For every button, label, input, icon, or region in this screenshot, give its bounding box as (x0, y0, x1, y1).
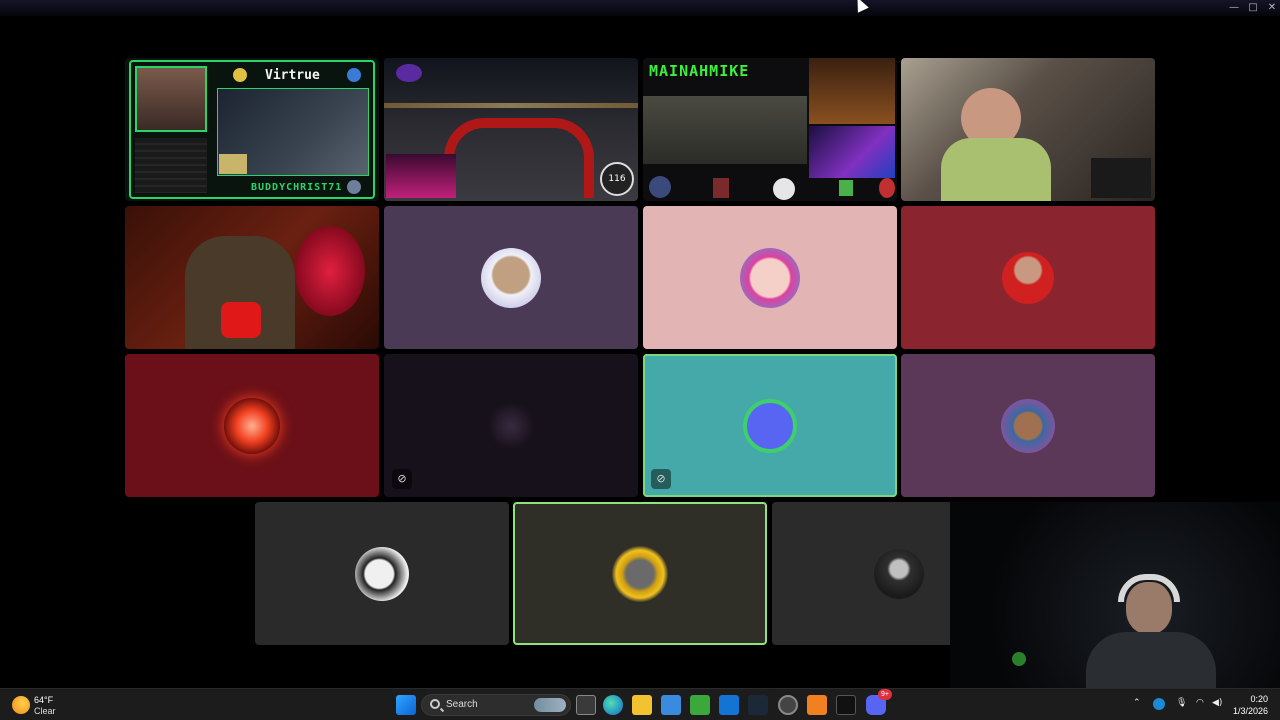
streamer-handle: BUDDYCHRIST71 (251, 182, 343, 193)
chat-panel (135, 138, 207, 193)
taskbar-clock[interactable]: 0:20 1/3/2026 (1233, 693, 1268, 717)
user-tile-bw-face[interactable] (255, 502, 509, 645)
file-explorer-icon[interactable] (632, 695, 652, 715)
emblem-icon (347, 180, 361, 194)
stream-tile-driving[interactable]: 116 (384, 58, 638, 201)
weather-condition: Clear (34, 706, 56, 716)
red-object (221, 302, 261, 338)
vlc-icon[interactable] (807, 695, 827, 715)
task-view-icon[interactable] (576, 695, 596, 715)
user-avatar (874, 548, 924, 599)
weather-temperature: 64°F (34, 695, 54, 705)
headset (1118, 574, 1180, 602)
user-avatar (740, 247, 800, 308)
game-view (643, 96, 807, 164)
emblem-icon (649, 176, 671, 198)
search-label: Search (446, 699, 478, 710)
minimap (219, 154, 247, 174)
badge-icon (347, 68, 361, 82)
user-tile-dark-logo[interactable]: ⊘ (384, 354, 638, 497)
thumbnail (879, 178, 895, 198)
close-button[interactable]: ✕ (1262, 1, 1280, 15)
thumbnail (713, 178, 729, 198)
tray-app-icon[interactable] (1153, 698, 1165, 710)
user-tile-bearded-avatar[interactable] (384, 206, 638, 349)
user-avatar (612, 545, 668, 602)
speedometer: 116 (600, 162, 634, 196)
search-icon (430, 699, 440, 709)
brand-label: Virtrue (265, 68, 320, 83)
camera-tile-gamer[interactable] (901, 58, 1155, 201)
user-tile-pink-avatar[interactable] (643, 206, 897, 349)
self-camera-overlay (950, 502, 1280, 688)
clock-time: 0:20 (1250, 694, 1268, 704)
muted-icon: ⊘ (392, 469, 412, 489)
outlook-icon[interactable] (719, 695, 739, 715)
christmas-decoration (295, 226, 365, 316)
user-tile-discord-bot[interactable]: ⊘ (643, 354, 897, 497)
user-tile-hooded[interactable] (772, 502, 950, 645)
maximize-button[interactable]: □ (1243, 1, 1263, 15)
stream-tile-buddychrist[interactable]: Virtrue BUDDYCHRIST71 (125, 58, 379, 201)
streamer-webcam (135, 66, 207, 132)
windows-taskbar: 64°F Clear Search 9+ ⌃ 🎙 ◠ ◀) 0:20 1/3/2… (0, 688, 1280, 720)
streamer-handle: MAINAHMIKE (649, 62, 750, 80)
minecraft-icon[interactable] (690, 695, 710, 715)
streamer-webcam (386, 154, 456, 198)
weather-moon-icon (12, 696, 30, 714)
notification-badge: 9+ (878, 689, 892, 700)
search-highlight-icon (534, 698, 566, 712)
discord-call-window: — □ ✕ Virtrue BUDDYCHRIST71 116 MAINAHMI… (0, 0, 1280, 720)
user-avatar (355, 546, 409, 601)
user-avatar (224, 397, 280, 454)
camera-tile-red-room[interactable] (125, 206, 379, 349)
volume-icon[interactable]: ◀) (1212, 698, 1222, 708)
user-tile-gold-ring[interactable] (513, 502, 767, 645)
user-tile-red-orb[interactable] (125, 354, 379, 497)
stream-logo (396, 64, 422, 82)
vehicle-handlebars (444, 118, 594, 198)
user-tile-pixel-art[interactable] (901, 354, 1155, 497)
logo-icon (233, 68, 247, 82)
stream-tile-mainahmike[interactable]: MAINAHMIKE (643, 58, 897, 201)
windows-start-icon[interactable] (396, 695, 416, 715)
tiktok-icon[interactable] (836, 695, 856, 715)
discord-icon[interactable]: 9+ (866, 689, 892, 715)
microphone-icon[interactable]: 🎙 (1176, 698, 1187, 708)
edge-icon[interactable] (603, 695, 623, 715)
user-avatar (481, 247, 541, 308)
taskbar-search-box[interactable]: Search (421, 694, 571, 716)
clock-date: 1/3/2026 (1232, 706, 1268, 716)
city-lights (384, 103, 638, 108)
user-avatar (487, 401, 535, 450)
store-icon[interactable] (661, 695, 681, 715)
user-avatar (1001, 398, 1055, 453)
thumbnail (839, 180, 853, 196)
show-hidden-icons-icon[interactable]: ⌃ (1133, 698, 1141, 708)
discord-logo-icon (743, 398, 797, 453)
muted-icon: ⊘ (651, 469, 671, 489)
wifi-icon[interactable]: ◠ (1196, 698, 1204, 708)
user-tile-red-shirt[interactable] (901, 206, 1155, 349)
obs-icon[interactable] (778, 695, 798, 715)
person-shirt (941, 138, 1051, 201)
steam-icon[interactable] (748, 695, 768, 715)
person-shirt (1086, 632, 1216, 688)
user-avatar (1002, 251, 1054, 304)
minimize-button[interactable]: — (1224, 1, 1244, 15)
desk-setup (1091, 158, 1151, 198)
light-glow (1012, 652, 1026, 666)
window-title-bar[interactable]: — □ ✕ (0, 0, 1280, 16)
thumbnail (773, 178, 795, 200)
product-cam (809, 58, 895, 124)
streamer-webcam (809, 126, 895, 178)
